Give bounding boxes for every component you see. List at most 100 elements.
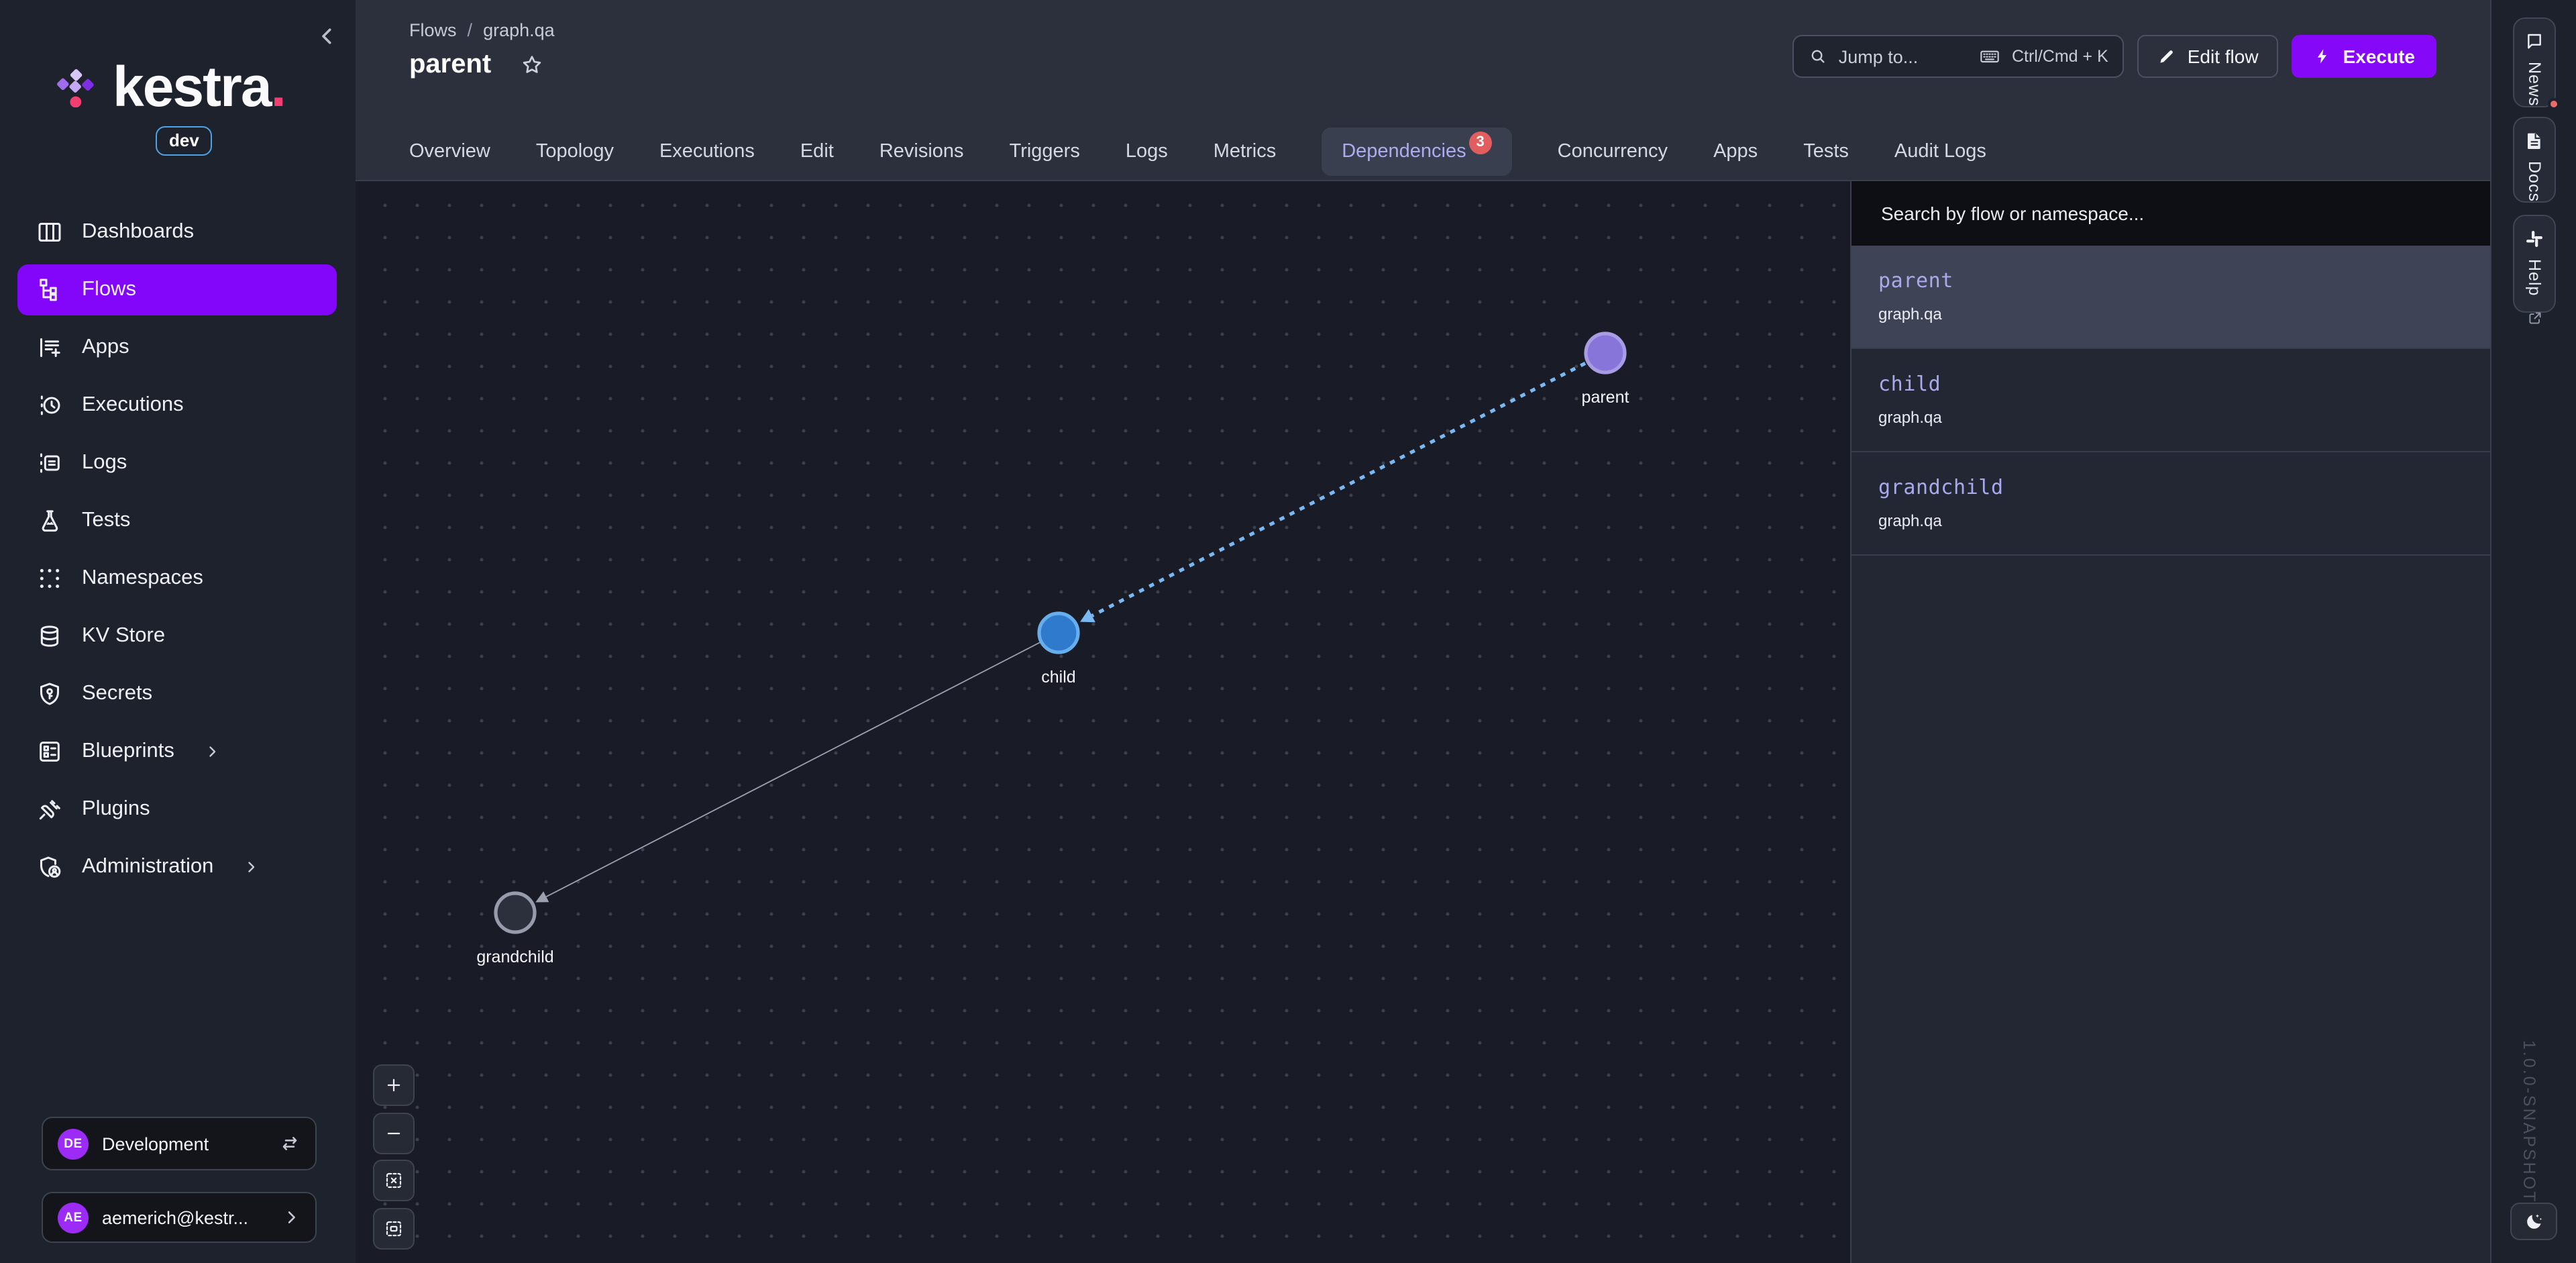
sidebar-item-logs[interactable]: Logs [17,438,337,489]
toolbar-docs-button[interactable]: Docs [2513,117,2556,203]
edit-flow-button[interactable]: Edit flow [2138,35,2279,78]
tab-label: Dependencies [1342,141,1466,162]
kestra-app: kestra. dev Dashboards Flows Apps Execution… [0,0,2576,1263]
workspace-switcher[interactable]: DE Development [42,1117,317,1170]
kvstore-icon [36,623,63,650]
execute-label: Execute [2343,46,2415,67]
sidebar-item-namespaces[interactable]: Namespaces [17,553,337,604]
chevron-right-icon [282,1208,301,1227]
graph-node-parent[interactable] [1586,334,1625,372]
sidebar-item-label: Namespaces [82,566,203,591]
tab-metrics[interactable]: Metrics [1214,141,1276,162]
tab-audit-logs[interactable]: Audit Logs [1894,141,1986,162]
kestra-wordmark: kestra. [113,59,285,115]
tab-logs[interactable]: Logs [1126,141,1168,162]
environment-badge[interactable]: dev [156,126,213,156]
keyboard-icon [1980,46,2001,67]
sidebar-collapse-icon[interactable] [315,24,339,48]
sidebar-item-dashboards[interactable]: Dashboards [17,207,337,258]
jump-to-shortcut: Ctrl/Cmd + K [2012,47,2108,66]
zoom-controls [373,1064,415,1249]
dependency-item-child[interactable]: childgraph.qa [1851,349,2490,452]
namespaces-icon [36,565,63,592]
zoom-in-button[interactable] [373,1064,415,1106]
sidebar-nav: Dashboards Flows Apps Executions Logs Tests Na… [17,207,337,899]
breadcrumb: Flows / graph.qa [409,20,555,40]
pencil-icon [2158,47,2177,66]
user-menu[interactable]: AE aemerich@kestr... [42,1192,317,1243]
sidebar-item-executions[interactable]: Executions [17,380,337,431]
graph-node-grandchild[interactable] [496,893,535,932]
clear-selection-button[interactable] [373,1160,415,1201]
fit-view-icon [384,1218,404,1238]
execute-button[interactable]: Execute [2292,35,2436,78]
tab-topology[interactable]: Topology [536,141,614,162]
chevron-right-icon [237,859,264,875]
sidebar-item-label: Executions [82,393,184,417]
sidebar-item-label: Secrets [82,682,152,706]
flows-icon [36,276,63,303]
sidebar-item-label: Blueprints [82,740,174,764]
tab-label: Concurrency [1558,141,1668,162]
dashboards-icon [36,219,63,246]
dependency-item-parent[interactable]: parentgraph.qa [1851,246,2490,349]
favorite-star-icon[interactable] [519,52,545,78]
tab-apps[interactable]: Apps [1713,141,1758,162]
user-name: aemerich@kestr... [102,1207,268,1227]
sidebar-item-blueprints[interactable]: Blueprints [17,726,337,777]
tab-revisions[interactable]: Revisions [879,141,964,162]
user-avatar: AE [58,1202,89,1233]
dependency-namespace: graph.qa [1878,408,2463,427]
zoom-out-button[interactable] [373,1112,415,1154]
dependency-flow-name: grandchild [1878,475,2463,499]
toolbar-label: Help [2525,259,2544,296]
dependency-item-grandchild[interactable]: grandchildgraph.qa [1851,452,2490,556]
sidebar-item-apps[interactable]: Apps [17,322,337,373]
breadcrumb-flows[interactable]: Flows [409,20,457,40]
tab-dependencies[interactable]: Dependencies3 [1322,128,1511,176]
kestra-logo[interactable]: kestra. [56,59,285,115]
tab-edit[interactable]: Edit [800,141,834,162]
tab-label: Revisions [879,141,964,162]
external-link-icon [2526,307,2543,328]
header-actions: Jump to... Ctrl/Cmd + K Edit flow [1793,35,2436,78]
sidebar-item-label: Logs [82,451,127,475]
search-icon [1809,47,1828,66]
main-area: Flows / graph.qa parent Jump to... Ctrl/… [356,0,2490,1263]
edge-child-grandchild [546,633,1059,897]
tab-concurrency[interactable]: Concurrency [1558,141,1668,162]
graph-node-label-child: child [1041,668,1075,687]
plus-icon [384,1075,404,1095]
breadcrumb-namespace[interactable]: graph.qa [483,20,555,40]
dependency-list: parentgraph.qachildgraph.qagrandchildgra… [1851,246,2490,556]
sidebar-item-kv-store[interactable]: KV Store [17,611,337,662]
toolbar-news-button[interactable]: News [2513,17,2556,107]
sidebar-item-secrets[interactable]: Secrets [17,668,337,719]
tab-triggers[interactable]: Triggers [1010,141,1080,162]
toolbar-help-button[interactable]: Help [2513,215,2556,313]
sidebar-item-label: Administration [82,855,213,879]
tab-bar: Overview Topology Executions Edit Revisions T… [356,123,2490,181]
tab-tests[interactable]: Tests [1803,141,1849,162]
sidebar-item-flows[interactable]: Flows [17,264,337,315]
tab-overview[interactable]: Overview [409,141,490,162]
content-area: parentchildgrandchild parentgraph.qachil… [356,181,2490,1263]
edge-parent-child [1092,353,1605,615]
apps-icon [36,334,63,361]
sidebar-item-tests[interactable]: Tests [17,495,337,546]
fit-view-button[interactable] [373,1207,415,1249]
theme-toggle-button[interactable] [2510,1203,2557,1240]
dependency-graph-canvas[interactable]: parentchildgrandchild [356,181,1850,1263]
sidebar-item-administration[interactable]: Administration [17,842,337,893]
plugins-icon [36,796,63,823]
dependency-search-input[interactable] [1878,201,2463,225]
jump-to-search[interactable]: Jump to... Ctrl/Cmd + K [1793,35,2125,78]
page-header: Flows / graph.qa parent Jump to... Ctrl/… [356,0,2490,123]
docs-icon [2524,130,2545,152]
workspace-name: Development [102,1133,266,1154]
graph-node-child[interactable] [1039,613,1078,652]
secrets-icon [36,680,63,707]
sidebar-item-label: Apps [82,336,129,360]
sidebar-item-plugins[interactable]: Plugins [17,784,337,835]
tab-executions[interactable]: Executions [659,141,755,162]
